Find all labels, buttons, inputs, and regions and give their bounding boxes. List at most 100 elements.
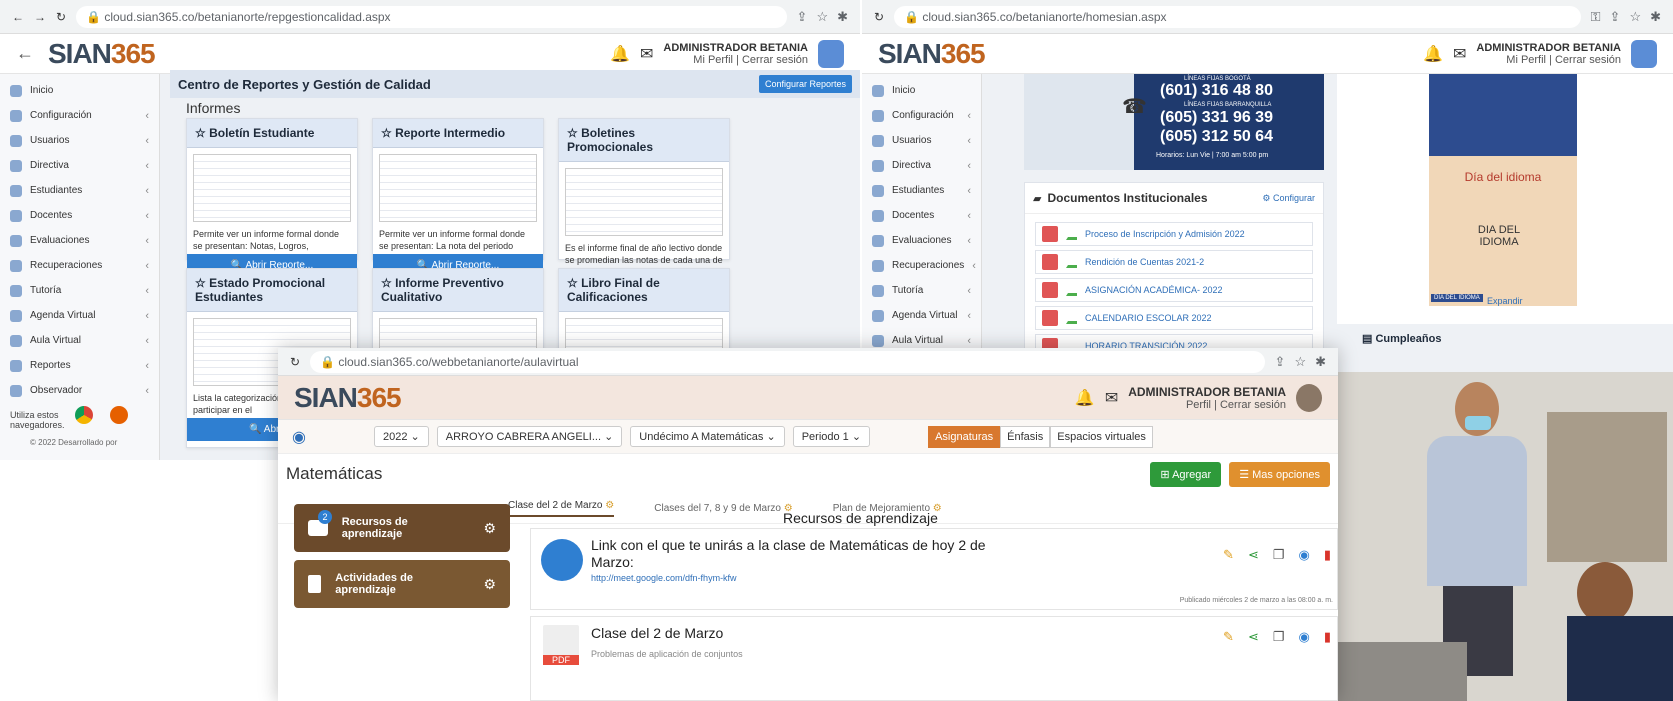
- sidebar-item[interactable]: Docentes ‹: [0, 203, 159, 228]
- view-tab[interactable]: Énfasis: [1000, 425, 1051, 448]
- sidebar-item[interactable]: Usuarios ‹: [862, 128, 981, 153]
- sidebar-item[interactable]: Inicio: [0, 78, 159, 103]
- mail-icon[interactable]: ✉: [1105, 388, 1118, 408]
- sidebar-item[interactable]: Usuarios ‹: [0, 128, 159, 153]
- year-select[interactable]: 2022 ⌄: [373, 426, 429, 447]
- gear-icon[interactable]: ⚙: [483, 520, 496, 537]
- sidebar-item[interactable]: Directiva ‹: [862, 153, 981, 178]
- document-item[interactable]: CALENDARIO ESCOLAR 2022: [1035, 306, 1313, 330]
- sidebar-item[interactable]: Evaluaciones ‹: [862, 228, 981, 253]
- resource-title[interactable]: Clase del 2 de Marzo: [591, 625, 723, 641]
- star-icon[interactable]: ☆: [1294, 354, 1306, 370]
- view-tab[interactable]: Asignaturas: [928, 425, 1001, 448]
- resource-item[interactable]: PDF Clase del 2 de Marzo Problemas de ap…: [530, 616, 1338, 701]
- sidebar-item[interactable]: Tutoría ‹: [0, 278, 159, 303]
- notification-icon[interactable]: 🔔: [1423, 44, 1443, 64]
- document-item[interactable]: Rendición de Cuentas 2021-2: [1035, 250, 1313, 274]
- resources-button[interactable]: 2 Recursos de aprendizaje ⚙: [294, 504, 510, 552]
- mail-icon[interactable]: ✉: [1453, 44, 1466, 64]
- gear-icon[interactable]: ⚙: [605, 500, 614, 511]
- sidebar-item[interactable]: Reportes ‹: [0, 353, 159, 378]
- notification-icon[interactable]: 🔔: [1075, 388, 1095, 408]
- class-tab[interactable]: Clases del 7, 8 y 9 de Marzo ⚙: [654, 503, 792, 514]
- star-icon[interactable]: ☆: [1629, 9, 1641, 25]
- key-icon[interactable]: ⚿: [1591, 9, 1601, 25]
- resource-item[interactable]: Link con el que te unirás a la clase de …: [530, 528, 1338, 610]
- sidebar-item[interactable]: Recuperaciones ‹: [0, 253, 159, 278]
- sidebar-item[interactable]: Estudiantes ‹: [0, 178, 159, 203]
- gear-icon[interactable]: ⚙: [483, 576, 496, 593]
- resource-title[interactable]: Link con el que te unirás a la clase de …: [591, 537, 991, 571]
- sidebar-item[interactable]: Configuración ‹: [862, 103, 981, 128]
- sidebar-item[interactable]: Docentes ‹: [862, 203, 981, 228]
- chevron-left-icon: ‹: [145, 234, 149, 247]
- sidebar-item[interactable]: Aula Virtual ‹: [0, 328, 159, 353]
- user-links[interactable]: Mi Perfil | Cerrar sesión: [1476, 54, 1621, 66]
- avatar[interactable]: [1296, 383, 1322, 412]
- sidebar-item[interactable]: Inicio: [862, 78, 981, 103]
- configure-reports-button[interactable]: Configurar Reportes: [758, 75, 852, 93]
- sidebar-item[interactable]: Estudiantes ‹: [862, 178, 981, 203]
- delete-icon[interactable]: ▮: [1324, 629, 1331, 645]
- share-icon[interactable]: ⇪: [1610, 9, 1621, 25]
- view-icon[interactable]: ◉: [1299, 629, 1310, 645]
- extension-icon[interactable]: ✱: [1650, 9, 1661, 25]
- sidebar-item[interactable]: Tutoría ‹: [862, 278, 981, 303]
- extension-icon[interactable]: ✱: [1315, 354, 1326, 370]
- resource-link[interactable]: http://meet.google.com/dfn-fhym-kfw: [591, 573, 737, 583]
- extension-icon[interactable]: ✱: [837, 9, 848, 25]
- notification-icon[interactable]: 🔔: [610, 44, 630, 64]
- copy-icon[interactable]: ❐: [1273, 629, 1285, 645]
- document-item[interactable]: Proceso de Inscripción y Admisión 2022: [1035, 222, 1313, 246]
- star-icon[interactable]: ☆: [816, 9, 828, 25]
- teacher-select[interactable]: ARROYO CABRERA ANGELI... ⌄: [436, 426, 623, 447]
- sidebar-item[interactable]: Recuperaciones ‹: [862, 253, 981, 278]
- search-icon: 🔍: [249, 424, 264, 435]
- eye-icon[interactable]: ◉: [292, 427, 306, 447]
- expandir-link[interactable]: Expandir: [1487, 296, 1523, 306]
- reload-icon[interactable]: ↻: [874, 10, 884, 24]
- address-bar[interactable]: 🔒 cloud.sian365.co/betanianorte/repgesti…: [76, 5, 787, 28]
- document-item[interactable]: ASIGNACIÓN ACADÉMICA- 2022: [1035, 278, 1313, 302]
- sian365-logo[interactable]: SIAN365: [48, 38, 156, 70]
- reload-icon[interactable]: ↻: [56, 10, 66, 24]
- user-links[interactable]: Perfil | Cerrar sesión: [1128, 399, 1286, 411]
- more-options-button[interactable]: ☰ Mas opciones: [1229, 461, 1330, 487]
- share-icon[interactable]: ⋖: [1248, 629, 1259, 645]
- back-icon[interactable]: ←: [12, 10, 24, 24]
- class-tab[interactable]: Clase del 2 de Marzo ⚙: [508, 500, 615, 517]
- address-bar[interactable]: 🔒 cloud.sian365.co/webbetanianorte/aulav…: [310, 350, 1265, 373]
- add-button[interactable]: ⊞ Agregar: [1150, 461, 1222, 487]
- view-icon[interactable]: ◉: [1299, 547, 1310, 563]
- back-arrow-icon[interactable]: ←: [16, 43, 34, 64]
- idioma-poster[interactable]: Día del idioma DIA DEL IDIOMA DÍA DEL ID…: [1429, 74, 1577, 306]
- avatar[interactable]: [818, 39, 844, 68]
- course-select[interactable]: Undécimo A Matemáticas ⌄: [630, 426, 785, 447]
- view-tab[interactable]: Espacios virtuales: [1050, 425, 1153, 448]
- delete-icon[interactable]: ▮: [1324, 547, 1331, 563]
- sidebar-item[interactable]: Agenda Virtual ‹: [862, 303, 981, 328]
- sidebar-item[interactable]: Directiva ‹: [0, 153, 159, 178]
- sidebar-item[interactable]: Agenda Virtual ‹: [0, 303, 159, 328]
- mail-icon[interactable]: ✉: [640, 44, 653, 64]
- sian365-logo[interactable]: SIAN365: [294, 382, 402, 414]
- share-icon[interactable]: ⇪: [797, 9, 808, 25]
- document-label: Rendición de Cuentas 2021-2: [1085, 257, 1205, 267]
- period-select[interactable]: Periodo 1 ⌄: [792, 426, 871, 447]
- activities-button[interactable]: Actividades de aprendizaje ⚙: [294, 560, 510, 608]
- configure-docs-link[interactable]: ⚙ Configurar: [1262, 193, 1315, 204]
- avatar[interactable]: [1631, 39, 1657, 68]
- forward-icon[interactable]: →: [34, 10, 46, 24]
- sidebar-item[interactable]: Observador ‹: [0, 378, 159, 403]
- edit-icon[interactable]: ✎: [1223, 547, 1234, 563]
- edit-icon[interactable]: ✎: [1223, 629, 1234, 645]
- share-icon[interactable]: ⋖: [1248, 547, 1259, 563]
- sidebar-item[interactable]: Configuración ‹: [0, 103, 159, 128]
- sian365-logo[interactable]: SIAN365: [878, 38, 986, 70]
- share-icon[interactable]: ⇪: [1275, 354, 1286, 370]
- sidebar-item[interactable]: Evaluaciones ‹: [0, 228, 159, 253]
- address-bar[interactable]: 🔒 cloud.sian365.co/betanianorte/homesian…: [894, 5, 1581, 28]
- copy-icon[interactable]: ❐: [1273, 547, 1285, 563]
- reload-icon[interactable]: ↻: [290, 355, 300, 369]
- user-links[interactable]: Mi Perfil | Cerrar sesión: [663, 54, 808, 66]
